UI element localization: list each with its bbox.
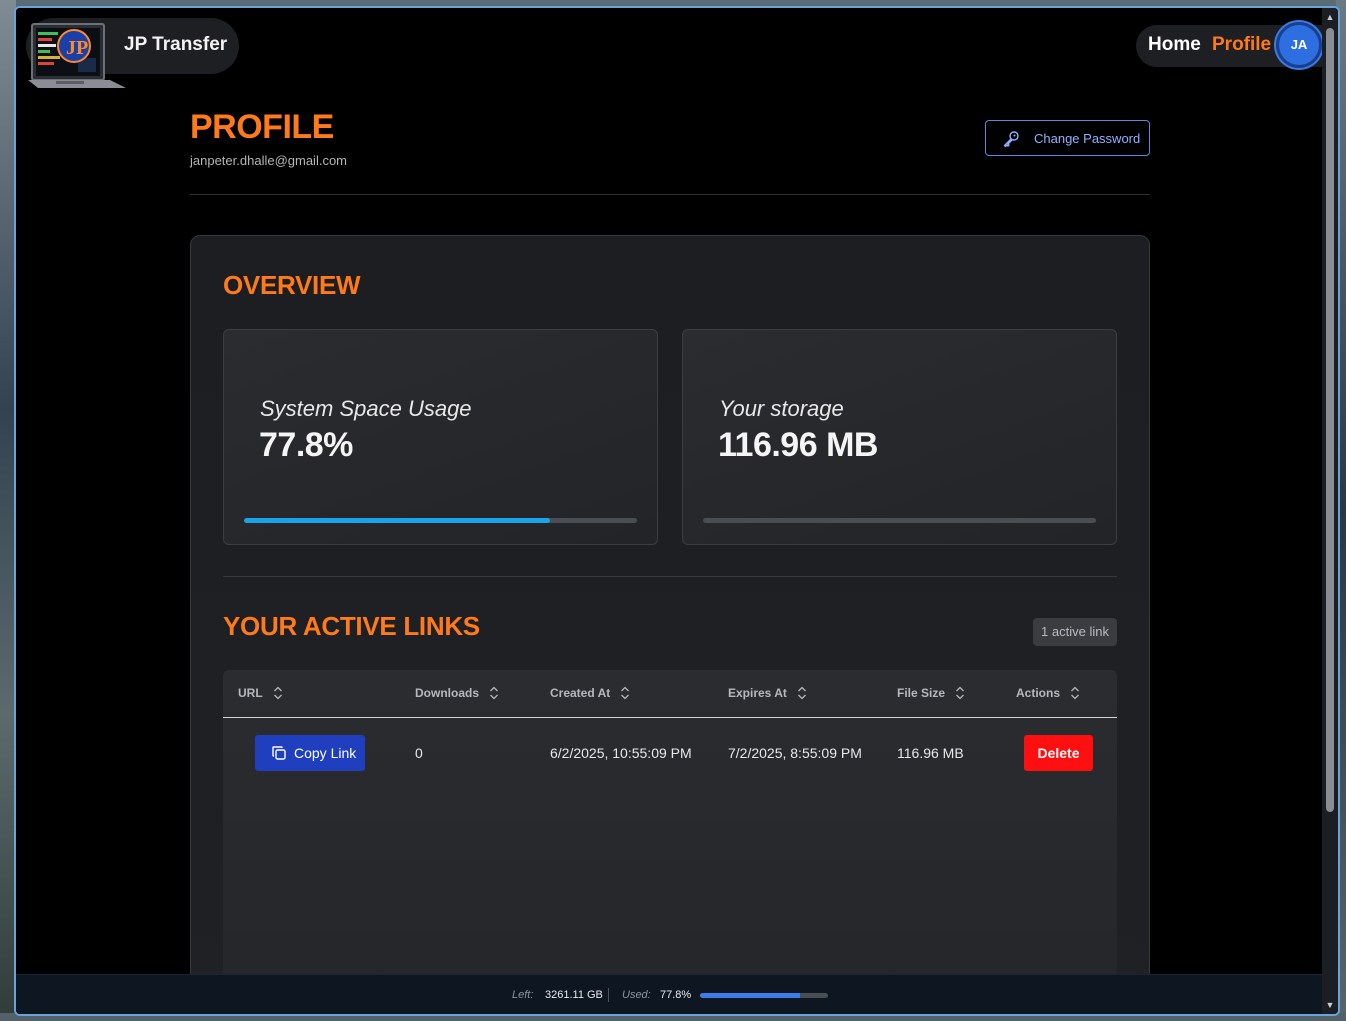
copy-icon <box>272 746 286 760</box>
your-storage-card: Your storage 116.96 MB <box>682 329 1117 545</box>
column-header-downloads[interactable]: Downloads <box>415 686 499 700</box>
system-usage-card: System Space Usage 77.8% <box>223 329 658 545</box>
delete-link-button[interactable]: Delete <box>1024 735 1093 771</box>
laptop-logo-icon: JP <box>28 23 126 88</box>
copy-link-label: Copy Link <box>294 745 357 761</box>
table-header: URL Downloads Created At Expires At File… <box>223 670 1117 718</box>
storage-progress <box>703 518 1096 523</box>
sort-icon <box>797 686 806 700</box>
key-icon <box>1003 131 1019 148</box>
created-at-cell: 6/2/2025, 10:55:09 PM <box>550 745 692 761</box>
change-password-label: Change Password <box>1034 131 1141 146</box>
scroll-up-arrow-icon[interactable]: ▲ <box>1325 12 1335 22</box>
expires-at-cell: 7/2/2025, 8:55:09 PM <box>728 745 862 761</box>
used-progress-fill <box>700 993 800 998</box>
system-usage-label: System Space Usage <box>260 396 472 421</box>
divider <box>223 576 1117 577</box>
column-header-label: Downloads <box>415 686 480 700</box>
sort-icon <box>1071 686 1079 700</box>
column-header-label: URL <box>238 686 263 700</box>
copy-link-button[interactable]: Copy Link <box>255 735 365 771</box>
active-links-title: YOUR ACTIVE LINKS <box>223 611 480 641</box>
left-value: 3261.11 GB <box>545 989 603 1001</box>
active-links-table: URL Downloads Created At Expires At File… <box>223 670 1117 1014</box>
column-header-created-at[interactable]: Created At <box>550 686 630 700</box>
nav-home-link[interactable]: Home <box>1148 34 1201 56</box>
system-usage-progress <box>244 518 637 523</box>
column-header-expires-at[interactable]: Expires At <box>728 686 807 700</box>
column-header-label: File Size <box>897 686 946 700</box>
column-header-file-size[interactable]: File Size <box>897 686 965 700</box>
storage-status-bar: Left: 3261.11 GB Used: 77.8% <box>16 974 1322 1014</box>
file-size-cell: 116.96 MB <box>897 745 964 761</box>
profile-card: OVERVIEW System Space Usage 77.8% Your s… <box>190 235 1150 1014</box>
vertical-scrollbar[interactable]: ▲ ▼ <box>1322 8 1338 1014</box>
user-email: janpeter.dhalle@gmail.com <box>190 153 348 168</box>
left-label: Left: <box>512 989 534 1001</box>
system-usage-value: 77.8% <box>259 426 353 464</box>
system-usage-progress-fill <box>244 518 550 523</box>
column-header-url[interactable]: URL <box>238 686 283 700</box>
divider <box>190 194 1150 195</box>
sort-icon <box>273 686 282 700</box>
used-progress <box>700 993 828 998</box>
sort-icon <box>490 686 498 700</box>
storage-value: 116.96 MB <box>718 426 878 464</box>
overview-title: OVERVIEW <box>223 270 361 300</box>
column-header-actions[interactable]: Actions <box>1016 686 1080 700</box>
used-value: 77.8% <box>660 989 692 1001</box>
sort-icon <box>956 686 964 700</box>
used-label: Used: <box>622 989 651 1001</box>
scrollbar-thumb[interactable] <box>1326 28 1334 812</box>
brand-title: JP Transfer <box>124 34 228 55</box>
column-header-label: Created At <box>550 686 611 700</box>
sort-icon <box>621 686 630 700</box>
column-header-label: Expires At <box>728 686 787 700</box>
change-password-button[interactable]: Change Password <box>985 120 1150 156</box>
column-header-label: Actions <box>1016 686 1061 700</box>
avatar[interactable]: JA <box>1276 22 1322 68</box>
scroll-down-arrow-icon[interactable]: ▼ <box>1325 1000 1335 1010</box>
nav-profile-link[interactable]: Profile <box>1212 34 1271 56</box>
storage-label: Your storage <box>719 396 844 421</box>
svg-text:JP: JP <box>66 37 88 59</box>
page-viewport: JP JP Transfer Home Profile JA PROFILE j… <box>16 8 1322 1014</box>
top-nav: Home Profile JA <box>1136 22 1322 68</box>
brand-home-link[interactable]: JP JP Transfer <box>26 18 239 88</box>
downloads-cell: 0 <box>415 745 423 761</box>
browser-window: JP JP Transfer Home Profile JA PROFILE j… <box>14 6 1340 1016</box>
page-title: PROFILE <box>190 108 334 146</box>
status-separator <box>608 988 609 1002</box>
active-links-count-badge: 1 active link <box>1033 618 1117 646</box>
